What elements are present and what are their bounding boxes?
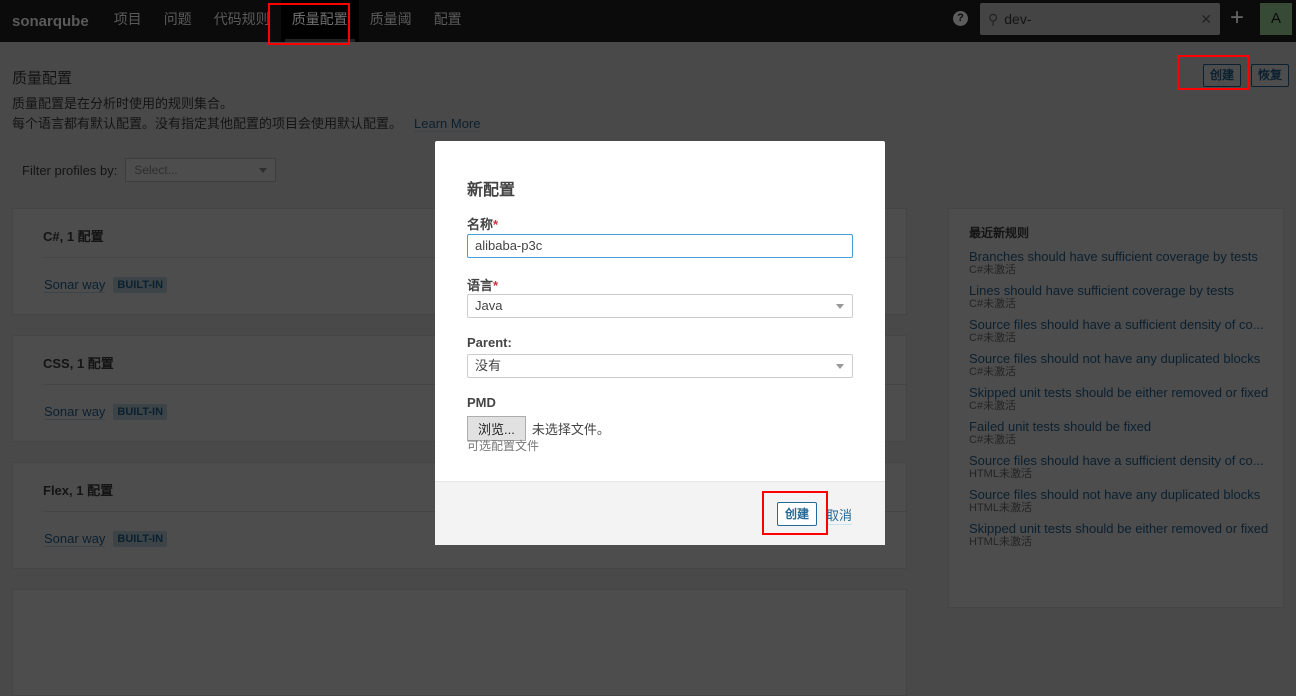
built-in-badge: BUILT-IN xyxy=(113,277,168,293)
name-input[interactable]: alibaba-p3c xyxy=(467,234,853,258)
no-file-text: 未选择文件。 xyxy=(531,422,610,437)
filter-select[interactable]: Select... xyxy=(125,158,277,182)
rule-meta: C#未激活 xyxy=(969,332,1017,344)
recent-rule-item: Skipped unit tests should be either remo… xyxy=(969,385,1283,413)
filter-bar: Filter profiles by: Select... xyxy=(22,158,277,182)
recent-rule-item: Source files should have a sufficient de… xyxy=(969,453,1283,481)
rule-meta: HTML未激活 xyxy=(969,502,1032,514)
page-description: 质量配置是在分析时使用的规则集合。 每个语言都有默认配置。没有指定其他配置的项目… xyxy=(12,94,481,134)
nav-rules[interactable]: 代码规则 xyxy=(203,0,281,42)
dialog-footer: 创建 取消 xyxy=(435,481,885,545)
name-label: 名称* xyxy=(467,217,499,232)
rule-meta: HTML未激活 xyxy=(969,468,1032,480)
page-title: 质量配置 xyxy=(12,70,73,87)
profile-link[interactable]: Sonar way xyxy=(44,531,106,547)
filter-placeholder: Select... xyxy=(134,163,178,177)
rule-link[interactable]: Source files should have a sufficient de… xyxy=(969,453,1283,468)
nav-projects[interactable]: 项目 xyxy=(103,0,153,42)
description-line-1: 质量配置是在分析时使用的规则集合。 xyxy=(12,96,234,111)
rule-meta: HTML未激活 xyxy=(969,536,1032,548)
dialog-title: 新配置 xyxy=(467,182,516,199)
search-value: dev- xyxy=(1004,11,1032,27)
nav-administration[interactable]: 配置 xyxy=(423,0,473,42)
recent-rule-item: Source files should not have any duplica… xyxy=(969,351,1283,379)
recent-rule-item: Branches should have sufficient coverage… xyxy=(969,249,1283,277)
rule-link[interactable]: Source files should have a sufficient de… xyxy=(969,317,1283,332)
recent-rules-panel: 最近新规则 Branches should have sufficient co… xyxy=(948,208,1284,608)
built-in-badge: BUILT-IN xyxy=(113,404,168,420)
rule-meta: C#未激活 xyxy=(969,264,1017,276)
search-input[interactable]: ⚲ dev- ✕ xyxy=(980,3,1220,35)
parent-label: Parent: xyxy=(467,335,512,350)
rule-meta: C#未激活 xyxy=(969,434,1017,446)
recent-rules-title: 最近新规则 xyxy=(969,226,1030,240)
chevron-down-icon xyxy=(836,364,844,369)
rule-link[interactable]: Failed unit tests should be fixed xyxy=(969,419,1283,434)
language-label: 语言* xyxy=(467,278,499,293)
learn-more-link[interactable]: Learn More xyxy=(414,116,481,132)
avatar[interactable]: A xyxy=(1260,3,1292,35)
rule-link[interactable]: Skipped unit tests should be either remo… xyxy=(969,385,1283,400)
rule-meta: C#未激活 xyxy=(969,400,1017,412)
clear-search-icon[interactable]: ✕ xyxy=(1200,11,1212,28)
recent-rule-item: Skipped unit tests should be either remo… xyxy=(969,521,1283,549)
rule-link[interactable]: Branches should have sufficient coverage… xyxy=(969,249,1283,264)
rule-meta: C#未激活 xyxy=(969,366,1017,378)
chevron-down-icon xyxy=(836,304,844,309)
rule-link[interactable]: Source files should not have any duplica… xyxy=(969,487,1283,502)
plus-icon[interactable]: + xyxy=(1230,4,1244,32)
profile-link[interactable]: Sonar way xyxy=(44,277,106,293)
parent-select[interactable]: 没有 xyxy=(467,354,853,378)
rule-link[interactable]: Lines should have sufficient coverage by… xyxy=(969,283,1283,298)
profile-link[interactable]: Sonar way xyxy=(44,404,106,420)
rule-meta: C#未激活 xyxy=(969,298,1017,310)
dialog-cancel-link[interactable]: 取消 xyxy=(826,505,853,525)
chevron-down-icon xyxy=(259,168,268,173)
create-button[interactable]: 创建 xyxy=(1203,64,1242,87)
nav-quality-gates[interactable]: 质量阈 xyxy=(359,0,423,42)
new-profile-dialog: 新配置 名称* alibaba-p3c 语言* Java Parent: 没有 … xyxy=(435,141,885,545)
built-in-badge: BUILT-IN xyxy=(113,531,168,547)
recent-rule-item: Lines should have sufficient coverage by… xyxy=(969,283,1283,311)
language-select[interactable]: Java xyxy=(467,294,853,318)
language-card-more xyxy=(12,589,907,696)
filter-label: Filter profiles by: xyxy=(22,162,118,178)
pmd-hint: 可选配置文件 xyxy=(467,439,540,453)
sonarqube-logo[interactable]: sonarqube xyxy=(12,13,89,30)
pmd-label: PMD xyxy=(467,395,496,410)
help-icon[interactable]: ? xyxy=(953,11,968,26)
recent-rule-item: Source files should not have any duplica… xyxy=(969,487,1283,515)
search-icon: ⚲ xyxy=(988,10,999,27)
description-line-2: 每个语言都有默认配置。没有指定其他配置的项目会使用默认配置。 xyxy=(12,116,403,131)
recent-rule-item: Failed unit tests should be fixed C#未激活 xyxy=(969,419,1283,447)
rule-link[interactable]: Skipped unit tests should be either remo… xyxy=(969,521,1283,536)
restore-button[interactable]: 恢复 xyxy=(1251,64,1290,87)
rule-link[interactable]: Source files should not have any duplica… xyxy=(969,351,1283,366)
nav-quality-profiles[interactable]: 质量配置 xyxy=(280,0,359,42)
dialog-create-button[interactable]: 创建 xyxy=(777,502,818,526)
recent-rule-item: Source files should have a sufficient de… xyxy=(969,317,1283,345)
nav-issues[interactable]: 问题 xyxy=(153,0,203,42)
